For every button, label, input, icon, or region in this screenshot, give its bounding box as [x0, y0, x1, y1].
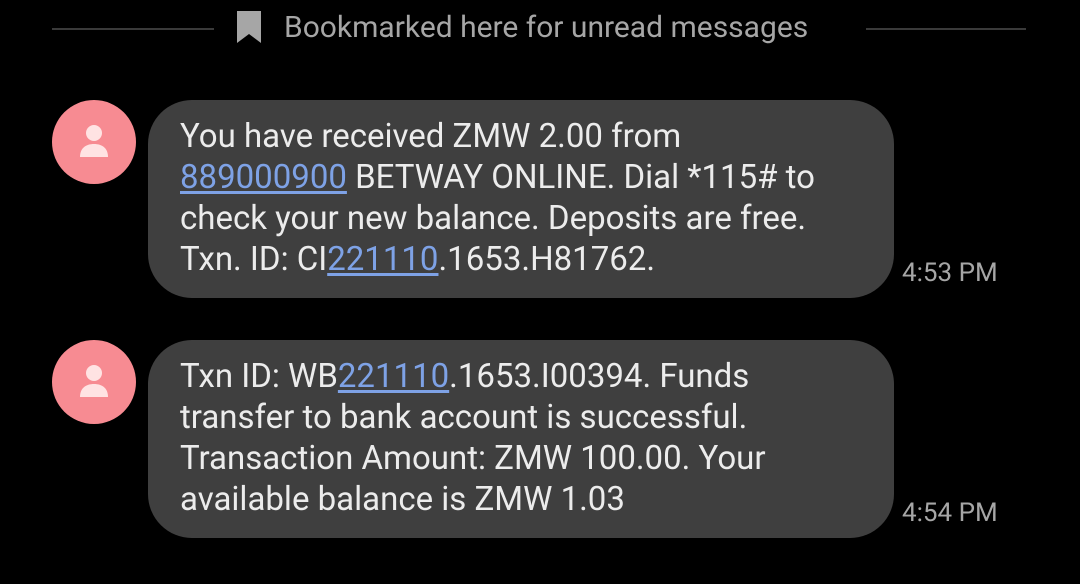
bookmark-label: Bookmarked here for unread messages — [284, 10, 809, 45]
message-line: Txn. ID: CI221110.1653.H81762. — [180, 240, 656, 279]
message-line: Txn ID: WB221110.1653.I00394. Funds — [180, 357, 750, 396]
number-link[interactable]: 221110 — [327, 240, 438, 279]
number-link[interactable]: 221110 — [338, 357, 449, 396]
divider-line-left — [52, 28, 214, 30]
message-line: 889000900 BETWAY ONLINE. Dial *115# to — [180, 158, 815, 197]
message-line: You have received ZMW 2.00 from — [180, 117, 682, 156]
phone-number-link[interactable]: 889000900 — [180, 158, 347, 197]
person-icon — [80, 125, 108, 157]
message-timestamp: 4:53 PM — [902, 258, 998, 288]
message-line: Transaction Amount: ZMW 100.00. Your — [180, 439, 766, 478]
message-line: transfer to bank account is successful. — [180, 398, 748, 437]
avatar[interactable] — [52, 100, 136, 184]
message-timestamp: 4:54 PM — [902, 498, 998, 528]
avatar[interactable] — [52, 340, 136, 424]
unread-divider: Bookmarked here for unread messages — [0, 6, 1080, 50]
bookmark-icon — [236, 10, 262, 44]
message-line: check your new balance. Deposits are fre… — [180, 199, 807, 238]
message-line: available balance is ZMW 1.03 — [180, 480, 625, 519]
message-bubble[interactable]: You have received ZMW 2.00 from 88900090… — [148, 100, 894, 298]
divider-line-right — [866, 28, 1026, 30]
message-bubble[interactable]: Txn ID: WB221110.1653.I00394. Funds tran… — [148, 340, 894, 538]
person-icon — [80, 365, 108, 397]
